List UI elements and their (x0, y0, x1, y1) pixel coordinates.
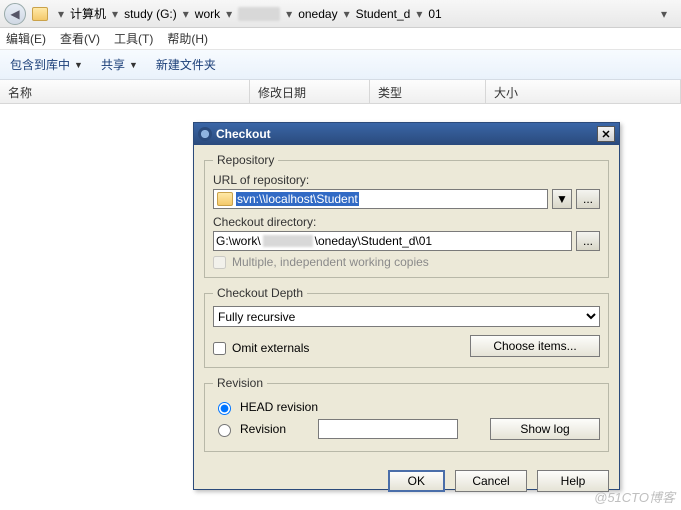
ok-button[interactable]: OK (388, 470, 445, 492)
menu-edit[interactable]: 编辑(E) (6, 30, 46, 47)
watermark: @51CTO博客 (594, 487, 675, 506)
depth-legend: Checkout Depth (213, 286, 307, 300)
omit-externals-checkbox[interactable]: Omit externals (213, 341, 309, 355)
col-type[interactable]: 类型 (370, 80, 486, 103)
refresh-dropdown[interactable]: ▾ (659, 7, 669, 21)
obscured-text (263, 235, 313, 247)
breadcrumb-seg[interactable]: study (G:) (120, 0, 181, 27)
url-label: URL of repository: (213, 173, 600, 187)
menu-help[interactable]: 帮助(H) (167, 30, 208, 47)
col-name[interactable]: 名称 (0, 80, 250, 103)
head-revision-label: HEAD revision (240, 400, 318, 414)
menu-tools[interactable]: 工具(T) (114, 30, 153, 47)
revision-group: Revision HEAD revision Revision Show log (204, 376, 609, 452)
url-dropdown[interactable]: ▼ (552, 189, 572, 209)
chevron-icon[interactable]: ▾ (56, 7, 66, 21)
revision-legend: Revision (213, 376, 267, 390)
folder-icon (32, 7, 48, 21)
breadcrumb-seg[interactable]: 计算机 (66, 0, 110, 27)
include-in-library[interactable]: 包含到库中▼ (10, 56, 83, 73)
menu-view[interactable]: 查看(V) (60, 30, 100, 47)
revision-radio[interactable] (218, 424, 231, 437)
depth-group: Checkout Depth Fully recursive Omit exte… (204, 286, 609, 368)
show-log-button[interactable]: Show log (490, 418, 600, 440)
checkout-dialog: Checkout ✕ Repository URL of repository:… (193, 122, 620, 490)
col-size[interactable]: 大小 (486, 80, 681, 103)
dir-label: Checkout directory: (213, 215, 600, 229)
head-revision-radio[interactable] (218, 402, 231, 415)
app-icon (198, 127, 212, 141)
col-date[interactable]: 修改日期 (250, 80, 370, 103)
address-bar[interactable]: ◀ ▾ 计算机 ▾ study (G:) ▾ work ▾ ▾ oneday ▾… (0, 0, 681, 28)
breadcrumb-seg-obscured[interactable] (234, 0, 284, 27)
dialog-footer: OK Cancel Help (194, 466, 619, 492)
title-bar[interactable]: Checkout ✕ (194, 123, 619, 145)
folder-icon (217, 192, 233, 206)
url-input[interactable]: svn:\\localhost\Student (213, 189, 548, 209)
breadcrumb-seg[interactable]: Student_d (352, 0, 415, 27)
toolbar: 包含到库中▼ 共享▼ 新建文件夹 (0, 50, 681, 80)
multiple-copies-checkbox: Multiple, independent working copies (213, 255, 600, 269)
close-button[interactable]: ✕ (597, 126, 615, 142)
cancel-button[interactable]: Cancel (455, 470, 527, 492)
new-folder[interactable]: 新建文件夹 (156, 56, 216, 73)
share-with[interactable]: 共享▼ (101, 56, 138, 73)
column-headers[interactable]: 名称 修改日期 类型 大小 (0, 80, 681, 104)
repository-legend: Repository (213, 153, 278, 167)
breadcrumb-seg[interactable]: 01 (424, 0, 445, 27)
repository-group: Repository URL of repository: svn:\\loca… (204, 153, 609, 278)
url-browse-button[interactable]: ... (576, 189, 600, 209)
breadcrumb-seg[interactable]: oneday (294, 0, 341, 27)
depth-select[interactable]: Fully recursive (213, 306, 600, 327)
revision-label: Revision (240, 422, 286, 436)
dialog-title: Checkout (216, 127, 597, 141)
choose-items-button[interactable]: Choose items... (470, 335, 600, 357)
dir-browse-button[interactable]: ... (576, 231, 600, 251)
back-button[interactable]: ◀ (4, 3, 26, 25)
menu-bar: 编辑(E) 查看(V) 工具(T) 帮助(H) (0, 28, 681, 50)
dir-input[interactable]: G:\work\\oneday\Student_d\01 (213, 231, 572, 251)
revision-input[interactable] (318, 419, 458, 439)
breadcrumb-seg[interactable]: work (191, 0, 224, 27)
